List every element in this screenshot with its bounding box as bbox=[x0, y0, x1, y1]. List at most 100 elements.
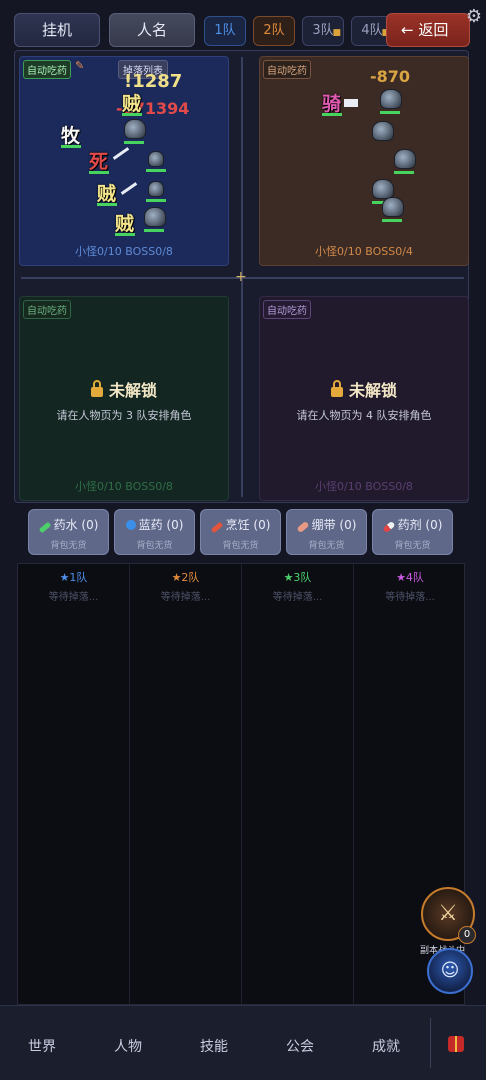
kill-stats: 小怪0/10 BOSS0/4 bbox=[315, 245, 413, 258]
loot-column-team-2: ★2队 等待掉落... bbox=[130, 564, 242, 1004]
sword-icon bbox=[112, 147, 130, 160]
gift-icon[interactable] bbox=[448, 1036, 464, 1052]
consumables-bar: 药水 (0) 背包无货 蓝药 (0) 背包无货 烹饪 (0) 背包无货 绷带 (… bbox=[28, 509, 456, 555]
item-bandage[interactable]: 绷带 (0) 背包无货 bbox=[286, 509, 367, 555]
item-status: 背包无货 bbox=[222, 541, 259, 551]
team-4-battle-panel[interactable]: 自动吃药 未解锁 请在人物页为 4 队安排角色 小怪0/10 BOSS0/8 bbox=[259, 296, 469, 501]
monster-sprite[interactable] bbox=[148, 181, 164, 197]
gear-icon[interactable]: ⚙ bbox=[466, 6, 482, 27]
lock-icon: ■ bbox=[332, 28, 341, 38]
hp-bar bbox=[97, 203, 117, 206]
team-3-battle-panel[interactable]: 自动吃药 未解锁 请在人物页为 3 队安排角色 小怪0/10 BOSS0/8 bbox=[19, 296, 229, 501]
team-2-battle-panel[interactable]: 自动吃药 -870 骑 小怪0/10 BOSS0/4 bbox=[259, 56, 469, 266]
hp-bar bbox=[146, 199, 166, 202]
auto-potion-toggle[interactable]: 自动吃药 bbox=[263, 60, 311, 79]
item-name: 药剂 (0) bbox=[397, 518, 443, 532]
sword-icon bbox=[120, 182, 138, 195]
locked-hint: 请在人物页为 3 队安排角色 bbox=[56, 409, 192, 422]
monster-sprite[interactable] bbox=[382, 197, 404, 217]
locked-title: 未解锁 bbox=[20, 377, 228, 401]
locked-title-text: 未解锁 bbox=[108, 381, 157, 400]
hp-bar bbox=[115, 233, 135, 236]
mana-icon bbox=[125, 520, 136, 530]
loot-panel: ★1队 等待掉落... ★2队 等待掉落... ★3队 等待掉落... ★4队 … bbox=[17, 563, 465, 1005]
crossed-swords-icon: ⚔ bbox=[438, 901, 458, 926]
item-status: 背包无货 bbox=[50, 541, 87, 551]
team-tab-3[interactable]: 3队 ■ bbox=[302, 16, 344, 46]
item-potion[interactable]: 药水 (0) 背包无货 bbox=[28, 509, 109, 555]
monster-sprite[interactable] bbox=[380, 89, 402, 109]
team-1-battle-panel[interactable]: 自动吃药 ✎ 掉落列表 !1287 -871394 贼 牧 死 贼 贼 小怪0/… bbox=[19, 56, 229, 266]
loot-header: ★1队 bbox=[59, 571, 88, 584]
back-button[interactable]: ← 返回 bbox=[386, 13, 470, 47]
nav-achievements[interactable]: 成就 bbox=[372, 1036, 400, 1056]
battle-grid: 自动吃药 ✎ 掉落列表 !1287 -871394 贼 牧 死 贼 贼 小怪0/… bbox=[14, 50, 469, 503]
bottom-nav: 世界 人物 技能 公会 成就 bbox=[0, 1005, 486, 1080]
item-label: 药水 (0) bbox=[29, 516, 108, 534]
character-rogue[interactable]: 贼 bbox=[122, 89, 141, 116]
team-tab-label: 3队 bbox=[312, 23, 334, 38]
avatar-button[interactable]: ☺ bbox=[427, 948, 473, 994]
nav-world[interactable]: 世界 bbox=[28, 1036, 56, 1056]
avatar-icon: ☺ bbox=[440, 960, 460, 981]
auto-potion-toggle[interactable]: 自动吃药 bbox=[263, 300, 311, 319]
monster-sprite[interactable] bbox=[372, 179, 394, 199]
item-label: 烹饪 (0) bbox=[201, 516, 280, 534]
item-name: 绷带 (0) bbox=[311, 518, 357, 532]
item-pill[interactable]: 药剂 (0) 背包无货 bbox=[372, 509, 453, 555]
lock-icon bbox=[90, 380, 103, 397]
item-label: 绷带 (0) bbox=[287, 516, 366, 534]
hp-bar bbox=[322, 113, 342, 116]
monster-sprite[interactable] bbox=[124, 119, 146, 139]
loot-waiting: 等待掉落... bbox=[385, 592, 435, 603]
loot-header: ★4队 bbox=[396, 571, 424, 584]
auto-potion-toggle[interactable]: 自动吃药 bbox=[23, 60, 71, 79]
character-deathknight[interactable]: 死 bbox=[89, 147, 108, 174]
auto-potion-toggle[interactable]: 自动吃药 bbox=[23, 300, 71, 319]
hp-bar bbox=[122, 113, 142, 116]
kill-stats: 小怪0/10 BOSS0/8 bbox=[315, 480, 413, 493]
monster-sprite[interactable] bbox=[144, 207, 166, 227]
character-priest[interactable]: 牧 bbox=[61, 121, 80, 148]
kill-stats: 小怪0/10 BOSS0/8 bbox=[75, 480, 173, 493]
loot-column-team-3: ★3队 等待掉落... bbox=[242, 564, 354, 1004]
character-rogue[interactable]: 贼 bbox=[115, 209, 134, 236]
hammer-icon bbox=[344, 99, 358, 107]
nav-guild[interactable]: 公会 bbox=[286, 1036, 314, 1056]
monster-sprite[interactable] bbox=[394, 149, 416, 169]
idle-button[interactable]: 挂机 bbox=[14, 13, 100, 47]
loot-header: ★3队 bbox=[283, 571, 312, 584]
item-mana[interactable]: 蓝药 (0) 背包无货 bbox=[114, 509, 195, 555]
item-status: 背包无货 bbox=[394, 541, 431, 551]
name-button[interactable]: 人名 bbox=[109, 13, 195, 47]
nav-skills[interactable]: 技能 bbox=[200, 1036, 228, 1056]
pill-icon bbox=[382, 520, 396, 534]
nav-character[interactable]: 人物 bbox=[114, 1036, 142, 1056]
item-name: 蓝药 (0) bbox=[138, 518, 184, 532]
item-cooking[interactable]: 烹饪 (0) 背包无货 bbox=[200, 509, 281, 555]
monster-sprite[interactable] bbox=[372, 121, 394, 141]
team-tab-label: 4队 bbox=[361, 23, 383, 38]
character-paladin[interactable]: 骑 bbox=[322, 89, 341, 116]
loot-waiting: 等待掉落... bbox=[48, 592, 99, 603]
top-bar: 挂机 人名 1队 2队 3队■ 4队 ■ ← 返回 ⚙ bbox=[0, 0, 486, 50]
locked-hint: 请在人物页为 4 队安排角色 bbox=[296, 409, 432, 422]
team-tab-1[interactable]: 1队 bbox=[204, 16, 246, 46]
bandage-icon bbox=[296, 520, 310, 534]
item-status: 背包无货 bbox=[308, 541, 345, 551]
item-label: 蓝药 (0) bbox=[115, 516, 194, 533]
hp-bar bbox=[124, 141, 144, 144]
team-tab-label: 2队 bbox=[263, 23, 285, 38]
crosshair-icon: + bbox=[235, 269, 247, 285]
loot-waiting: 等待掉落... bbox=[272, 592, 323, 603]
loot-column-team-1: ★1队 等待掉落... bbox=[18, 564, 130, 1004]
hp-bar bbox=[394, 171, 414, 174]
hp-bar bbox=[144, 229, 164, 232]
item-label: 药剂 (0) bbox=[373, 516, 452, 534]
potion-icon bbox=[38, 521, 51, 534]
team-tab-2[interactable]: 2队 bbox=[253, 16, 295, 46]
locked-title-text: 未解锁 bbox=[348, 381, 397, 400]
pencil-icon[interactable]: ✎ bbox=[75, 59, 84, 72]
character-rogue[interactable]: 贼 bbox=[97, 179, 116, 206]
monster-sprite[interactable] bbox=[148, 151, 164, 167]
